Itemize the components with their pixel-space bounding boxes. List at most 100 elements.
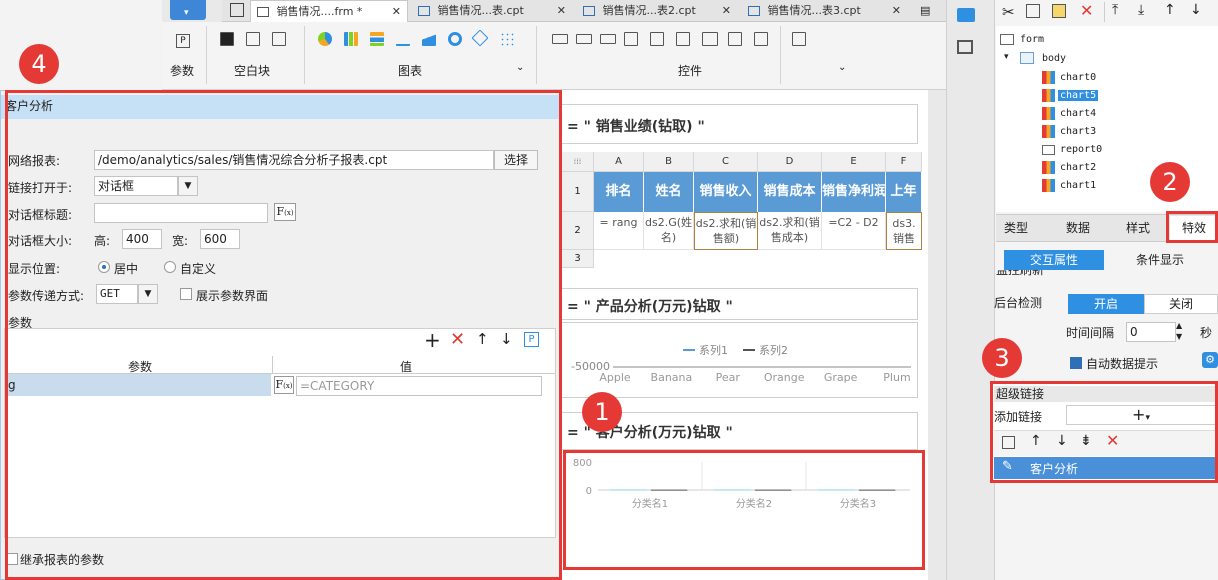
interval-input[interactable]: 0 <box>1126 322 1176 342</box>
formula-icon[interactable]: F(x) <box>274 203 296 221</box>
tab-cpt-3[interactable]: 销售情况...表3.cpt ✕ <box>742 0 907 22</box>
header-cell[interactable]: 姓名 <box>644 172 694 212</box>
textfield-widget-icon[interactable] <box>600 34 616 44</box>
column-header[interactable]: F <box>886 152 922 172</box>
link-item[interactable]: ✎ 客户分析 <box>994 457 1216 479</box>
move-top-icon[interactable]: ⤒ <box>1112 2 1118 18</box>
data-cell[interactable]: ds3. 销售 <box>886 212 922 250</box>
product-chart[interactable]: 系列1 系列2 -50000 Apple Banana Pear Orange Grape Pl… <box>560 322 918 398</box>
toggle-on[interactable]: 开启 <box>1068 294 1144 314</box>
tree-item[interactable]: chart1 <box>1060 180 1096 191</box>
header-cell[interactable]: 销售收入 <box>694 172 758 212</box>
dialog-title-input[interactable] <box>94 203 268 223</box>
width-input[interactable]: 600 <box>200 229 240 249</box>
section-product-title[interactable]: = " 产品分析(万元)钻取 " <box>560 288 918 320</box>
scatter-chart-icon[interactable] <box>500 32 514 46</box>
header-cell[interactable]: 排名 <box>594 172 644 212</box>
date-widget-icon[interactable] <box>676 32 690 46</box>
move-down-icon[interactable]: ↓ <box>1056 433 1068 449</box>
move-up-icon[interactable]: ↑ <box>1164 2 1176 18</box>
subtab-condition[interactable]: 条件显示 <box>1110 250 1210 270</box>
tab-cpt-2[interactable]: 销售情况...表2.cpt ✕ <box>577 0 737 22</box>
close-icon[interactable]: ✕ <box>892 0 901 22</box>
combo-widget-icon[interactable] <box>624 32 638 46</box>
checkbox-group-icon[interactable] <box>754 32 768 46</box>
close-icon[interactable]: ✕ <box>557 0 566 22</box>
number-widget-icon[interactable] <box>702 32 718 46</box>
tree-root[interactable]: form <box>1020 34 1044 45</box>
row-header[interactable]: 3 <box>562 250 594 268</box>
header-cell[interactable]: 销售净利润 <box>822 172 886 212</box>
move-bottom-icon[interactable]: ⤓ <box>1138 2 1144 18</box>
tab-frm[interactable]: 销售情况....frm * ✕ <box>250 0 408 22</box>
expand-icon[interactable]: ▾ <box>1004 52 1009 62</box>
column-header[interactable]: A <box>594 152 644 172</box>
stepper-icon[interactable]: ▲ ▼ <box>1176 320 1182 342</box>
param-value-input[interactable]: =CATEGORY <box>296 376 542 396</box>
auto-hint-checkbox[interactable] <box>1070 357 1082 369</box>
button-widget-icon[interactable] <box>552 34 568 44</box>
move-up-icon[interactable]: ↑ <box>476 330 489 348</box>
subtab-interaction[interactable]: 交互属性 <box>1004 250 1104 270</box>
column-header[interactable]: D <box>758 152 822 172</box>
section-sales-title[interactable]: = " 销售业绩(钻取) " <box>560 104 918 144</box>
blank-block-icon[interactable] <box>220 32 234 46</box>
grid-icon[interactable] <box>230 3 244 17</box>
sort-icon[interactable]: ⇟ <box>1080 433 1092 449</box>
cut-icon[interactable]: ✂ <box>1002 3 1015 21</box>
paste-icon[interactable] <box>1052 4 1066 18</box>
chevron-down-icon[interactable]: ▼ <box>138 284 158 304</box>
textarea-widget-icon[interactable] <box>650 32 664 46</box>
column-header[interactable]: E <box>822 152 886 172</box>
layout-icon[interactable] <box>957 40 973 54</box>
tab-data[interactable]: 数据 <box>1060 216 1096 240</box>
line-chart-icon[interactable] <box>396 32 410 46</box>
report-sheet[interactable]: ⁞⁞⁞ ABCDEF 1 2 3 排名 姓名 销售收入 销售成本 销售净利润 上年 = r… <box>562 152 922 268</box>
delete-icon[interactable]: ✕ <box>450 329 465 350</box>
move-up-icon[interactable]: ↑ <box>1030 433 1042 449</box>
data-cell[interactable]: = rang <box>594 212 644 250</box>
position-custom-radio[interactable] <box>164 261 176 273</box>
delete-icon[interactable]: ✕ <box>1106 431 1119 450</box>
gauge-chart-icon[interactable] <box>448 32 462 46</box>
inherit-checkbox[interactable] <box>6 553 18 565</box>
data-cell[interactable]: ds2.求和(销售额) <box>694 212 758 250</box>
add-icon[interactable]: + <box>424 328 441 352</box>
tree-item[interactable]: chart3 <box>1060 126 1096 137</box>
tree-item[interactable]: chart2 <box>1060 162 1096 173</box>
tab-block-icon[interactable] <box>246 32 260 46</box>
move-down-icon[interactable]: ↓ <box>1190 2 1202 18</box>
data-cell[interactable]: ds2.G(姓名) <box>644 212 694 250</box>
gear-icon[interactable]: ⚙ <box>1202 352 1218 368</box>
tree-item[interactable]: chart5 <box>1058 90 1099 101</box>
add-link-button[interactable]: +▾ <box>1066 405 1216 425</box>
row-header[interactable]: 1 <box>562 172 594 212</box>
table-row[interactable]: g <box>5 374 271 396</box>
header-cell[interactable]: 销售成本 <box>758 172 822 212</box>
column-header[interactable]: B <box>644 152 694 172</box>
copy-icon[interactable] <box>1002 436 1015 449</box>
open-in-select[interactable]: 对话框 <box>94 176 178 196</box>
toggle-off[interactable]: 关闭 <box>1144 294 1218 314</box>
tab-list-icon[interactable]: ▤ <box>920 4 930 17</box>
pie-chart-icon[interactable] <box>318 32 332 46</box>
tree-body[interactable]: body <box>1042 53 1066 64</box>
formula-icon[interactable]: F(x) <box>274 376 294 394</box>
label-widget-icon[interactable] <box>576 34 592 44</box>
data-cell[interactable]: ds2.求和(销售成本) <box>758 212 822 250</box>
move-down-icon[interactable]: ↓ <box>500 330 513 348</box>
close-icon[interactable]: ✕ <box>392 1 401 22</box>
parameter-icon[interactable]: P <box>176 34 190 48</box>
column-header[interactable]: C <box>694 152 758 172</box>
select-button[interactable]: 选择 <box>494 150 538 170</box>
horizontal-bar-icon[interactable] <box>370 32 384 46</box>
layout-block-icon[interactable] <box>272 32 286 46</box>
parameter-icon[interactable]: P <box>524 332 539 347</box>
row-header[interactable]: 2 <box>562 212 594 250</box>
tab-style[interactable]: 样式 <box>1120 216 1156 240</box>
show-param-ui-checkbox[interactable] <box>180 288 192 300</box>
header-cell[interactable]: 上年 <box>886 172 922 212</box>
search-widget-icon[interactable] <box>792 32 806 46</box>
tree-item[interactable]: chart0 <box>1060 72 1096 83</box>
chevron-down-icon[interactable]: ▼ <box>178 176 198 196</box>
